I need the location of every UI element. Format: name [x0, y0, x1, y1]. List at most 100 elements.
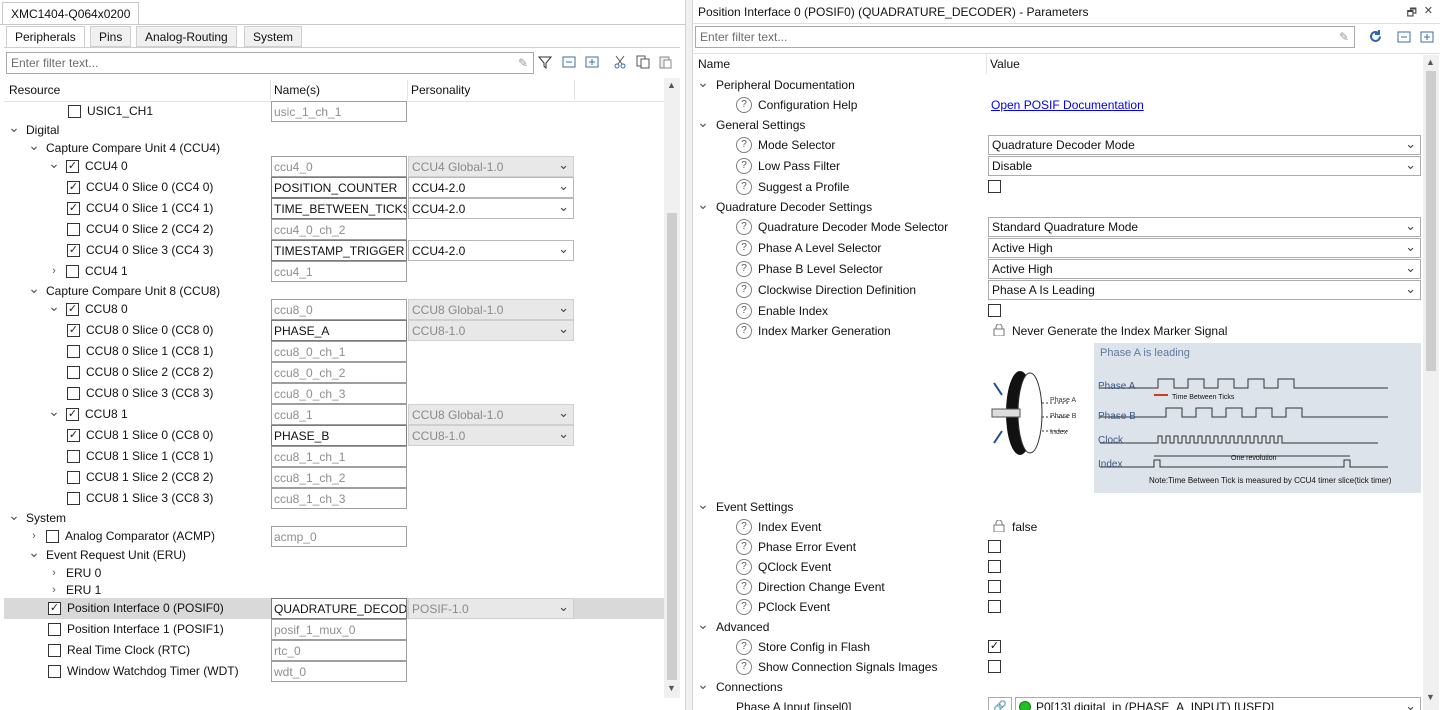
- tree-row[interactable]: ✓ CCU8 1 Slice 0 (CC8 0) PHASE_B CCU8-1.0 ⌄: [4, 425, 664, 446]
- name-field[interactable]: ccu8_1_ch_1: [271, 446, 407, 467]
- checkbox-unchecked[interactable]: [67, 387, 80, 400]
- help-icon[interactable]: ?: [736, 323, 752, 339]
- checkbox-unchecked[interactable]: [66, 265, 79, 278]
- name-field[interactable]: ccu8_0_ch_3: [271, 383, 407, 404]
- chevron-down-icon[interactable]: ⌄: [8, 120, 20, 134]
- param-row[interactable]: ? Store Config in Flash ✓: [693, 637, 1421, 657]
- col-value[interactable]: Value: [987, 54, 1421, 74]
- param-row[interactable]: ? Index Marker Generation Never Generate t…: [693, 321, 1421, 341]
- checkbox-unchecked[interactable]: [48, 623, 61, 636]
- tree-row[interactable]: CCU4 0 Slice 2 (CC4 2) ccu4_0_ch_2: [4, 219, 664, 240]
- tree-row[interactable]: CCU8 1 Slice 1 (CC8 1) ccu8_1_ch_1: [4, 446, 664, 467]
- name-field[interactable]: PHASE_A: [271, 320, 407, 341]
- checkbox-unchecked[interactable]: [48, 644, 61, 657]
- help-icon[interactable]: ?: [736, 219, 752, 235]
- help-icon[interactable]: ?: [736, 639, 752, 655]
- checkbox-checked[interactable]: ✓: [66, 303, 79, 316]
- help-icon[interactable]: ?: [736, 303, 752, 319]
- checkbox-unchecked[interactable]: [67, 366, 80, 379]
- checkbox-checked[interactable]: ✓: [67, 202, 80, 215]
- param-row[interactable]: ? Suggest a Profile: [693, 177, 1421, 197]
- chevron-right-icon[interactable]: ›: [48, 583, 60, 597]
- checkbox-checked[interactable]: ✓: [66, 160, 79, 173]
- expand-all-icon[interactable]: [1419, 30, 1435, 46]
- tree-row[interactable]: ✓ CCU4 0 Slice 0 (CC4 0) POSITION_COUNTER C…: [4, 177, 664, 198]
- filter-icon[interactable]: [537, 55, 553, 71]
- tree-row[interactable]: › Analog Comparator (ACMP) acmp_0: [4, 526, 664, 547]
- name-field[interactable]: ccu8_0_ch_1: [271, 341, 407, 362]
- name-field[interactable]: PHASE_B: [271, 425, 407, 446]
- scroll-up-arrow-icon[interactable]: ▲: [1426, 57, 1435, 67]
- param-select[interactable]: Phase A Is Leading ⌄: [988, 280, 1421, 300]
- editor-tab[interactable]: XMC1404-Q064x0200: [2, 2, 140, 24]
- refresh-icon[interactable]: [1367, 29, 1383, 45]
- tree-row[interactable]: › CCU4 1 ccu4_1: [4, 261, 664, 282]
- right-filter-input[interactable]: Enter filter text... ✎: [695, 26, 1355, 48]
- checkbox-unchecked[interactable]: [988, 560, 1001, 573]
- param-select[interactable]: Disable ⌄: [988, 156, 1421, 176]
- param-select[interactable]: Standard Quadrature Mode ⌄: [988, 217, 1421, 237]
- cut-icon[interactable]: [612, 55, 628, 71]
- name-field[interactable]: acmp_0: [271, 526, 407, 547]
- restore-icon[interactable]: 🗗: [1407, 4, 1417, 23]
- chevron-down-icon[interactable]: ⌄: [28, 281, 40, 295]
- checkbox-unchecked[interactable]: [988, 304, 1001, 317]
- checkbox-unchecked[interactable]: [68, 105, 81, 118]
- checkbox-unchecked[interactable]: [988, 180, 1001, 193]
- checkbox-checked[interactable]: ✓: [67, 324, 80, 337]
- param-row[interactable]: ? Mode Selector Quadrature Decoder Mode ⌄: [693, 135, 1421, 155]
- help-icon[interactable]: ?: [736, 240, 752, 256]
- name-field[interactable]: ccu8_1: [271, 404, 407, 425]
- personality-select[interactable]: CCU4-2.0 ⌄: [408, 240, 574, 261]
- help-icon[interactable]: ?: [736, 261, 752, 277]
- right-scroll-thumb[interactable]: [1426, 71, 1436, 371]
- name-field[interactable]: ccu8_0: [271, 299, 407, 320]
- chevron-right-icon[interactable]: ›: [48, 264, 60, 278]
- chevron-right-icon[interactable]: ›: [28, 529, 40, 543]
- tree-row[interactable]: CCU8 1 Slice 2 (CC8 2) ccu8_1_ch_2: [4, 467, 664, 488]
- personality-select[interactable]: CCU4-2.0 ⌄: [408, 177, 574, 198]
- tree-row[interactable]: Real Time Clock (RTC) rtc_0: [4, 640, 664, 661]
- param-select[interactable]: Active High ⌄: [988, 259, 1421, 279]
- help-icon[interactable]: ?: [736, 97, 752, 113]
- chevron-down-icon[interactable]: ⌄: [48, 156, 60, 170]
- param-row[interactable]: ? Quadrature Decoder Mode Selector Standar…: [693, 217, 1421, 237]
- name-field[interactable]: ccu8_1_ch_3: [271, 488, 407, 509]
- checkbox-unchecked[interactable]: [67, 492, 80, 505]
- chevron-down-icon[interactable]: ⌄: [28, 138, 40, 152]
- chevron-down-icon[interactable]: ⌄: [697, 677, 709, 691]
- name-field[interactable]: ccu8_0_ch_2: [271, 362, 407, 383]
- tab-system[interactable]: System: [244, 26, 303, 47]
- checkbox-unchecked[interactable]: [48, 665, 61, 678]
- chevron-down-icon[interactable]: ⌄: [28, 545, 40, 559]
- clear-filter-icon[interactable]: ✎: [1339, 30, 1349, 44]
- tree-row[interactable]: CCU8 0 Slice 2 (CC8 2) ccu8_0_ch_2: [4, 362, 664, 383]
- name-field[interactable]: TIME_BETWEEN_TICKS: [271, 198, 407, 219]
- param-row[interactable]: ? PClock Event: [693, 597, 1421, 617]
- name-field[interactable]: wdt_0: [271, 661, 407, 682]
- chevron-down-icon[interactable]: ⌄: [48, 299, 60, 313]
- help-icon[interactable]: ?: [736, 179, 752, 195]
- param-row[interactable]: ? Low Pass Filter Disable ⌄: [693, 156, 1421, 176]
- tab-peripherals[interactable]: Peripherals: [6, 26, 85, 48]
- right-vertical-scrollbar[interactable]: ▲ ▼: [1423, 55, 1439, 710]
- chevron-down-icon[interactable]: ⌄: [8, 508, 20, 522]
- collapse-all-icon[interactable]: [561, 55, 577, 71]
- name-field[interactable]: usic_1_ch_1: [271, 101, 407, 122]
- chevron-down-icon[interactable]: ⌄: [697, 75, 709, 89]
- tree-row[interactable]: ⌄ ✓ CCU8 1 ccu8_1 CCU8 Global-1.0 ⌄: [4, 404, 664, 425]
- link-icon[interactable]: 🔗: [988, 697, 1012, 710]
- chevron-down-icon[interactable]: ⌄: [697, 115, 709, 129]
- checkbox-unchecked[interactable]: [988, 660, 1001, 673]
- left-vertical-scrollbar[interactable]: ▲ ▼: [664, 78, 680, 698]
- chevron-down-icon[interactable]: ⌄: [697, 497, 709, 511]
- name-field[interactable]: POSITION_COUNTER: [271, 177, 407, 198]
- close-icon[interactable]: ✕: [1424, 4, 1433, 17]
- param-row[interactable]: ? Show Connection Signals Images: [693, 657, 1421, 677]
- help-icon[interactable]: ?: [736, 137, 752, 153]
- col-names[interactable]: Name(s): [271, 80, 408, 100]
- name-field[interactable]: TIMESTAMP_TRIGGER: [271, 240, 407, 261]
- checkbox-checked[interactable]: ✓: [988, 640, 1001, 653]
- tree-row[interactable]: Window Watchdog Timer (WDT) wdt_0: [4, 661, 664, 682]
- help-icon[interactable]: ?: [736, 659, 752, 675]
